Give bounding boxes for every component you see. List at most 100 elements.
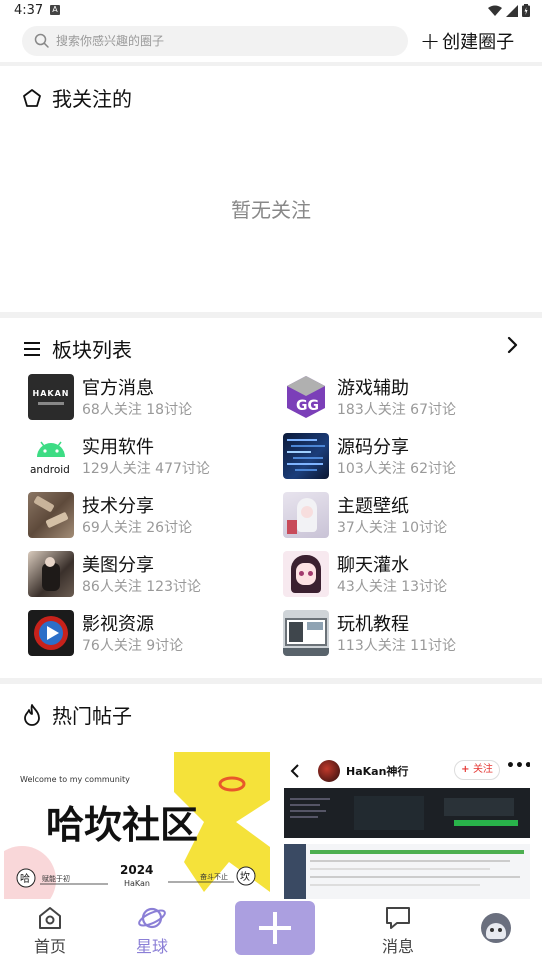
board-item-source-code[interactable]: 源码分享 103人关注 62讨论	[283, 433, 533, 481]
following-title: 我关注的	[52, 87, 132, 111]
top-bar: + 创建圈子	[0, 22, 542, 62]
hot-post-card-2[interactable]: HaKan神行 + 关注 •••	[284, 756, 530, 899]
post-author-bar: HaKan神行 + 关注 •••	[284, 756, 530, 786]
board-item-wallpaper[interactable]: 主题壁纸 37人关注 10讨论	[283, 492, 533, 540]
back-arrow-icon	[290, 764, 299, 778]
board-item-game-assist[interactable]: GG 游戏辅助 183人关注 67讨论	[283, 374, 533, 422]
android-icon: android	[30, 441, 70, 476]
board-item-tech[interactable]: 技术分享 69人关注 26讨论	[28, 492, 278, 540]
board-name: 聊天灌水	[337, 555, 409, 576]
board-thumb: GG	[283, 374, 329, 420]
bottom-tab-bar: 首页 星球 消息	[0, 899, 542, 963]
pentagon-icon	[23, 88, 41, 107]
board-stats: 37人关注 10讨论	[337, 520, 448, 536]
tab-planet-label: 星球	[135, 937, 168, 956]
following-header: 我关注的	[22, 83, 132, 112]
board-thumb	[28, 551, 74, 597]
board-name: 官方消息	[82, 378, 154, 399]
tab-home[interactable]: 首页	[10, 903, 90, 957]
empty-following-text: 暂无关注	[231, 198, 311, 222]
board-thumb	[283, 433, 329, 479]
hot-posts-section: 热门帖子 Welcome to my community 哈坎社区 2024 H…	[0, 684, 542, 899]
post-left-char: 哈	[20, 872, 30, 885]
search-input[interactable]	[56, 26, 396, 56]
author-avatar	[318, 760, 340, 782]
board-item-video[interactable]: 影视资源 76人关注 9讨论	[28, 610, 278, 658]
notification-badge: A	[50, 5, 60, 15]
create-post-button[interactable]	[235, 901, 315, 955]
create-circle-label: 创建圈子	[442, 32, 515, 53]
planet-icon	[138, 907, 166, 929]
post-year: 2024	[120, 863, 153, 877]
board-list-title: 板块列表	[52, 338, 132, 362]
chevron-right-icon[interactable]	[506, 336, 518, 354]
hot-post-card-1[interactable]: Welcome to my community 哈坎社区 2024 HaKan …	[4, 752, 270, 899]
thumb-label: android	[30, 464, 70, 476]
board-name: 主题壁纸	[337, 496, 409, 517]
board-item-tutorial[interactable]: 玩机教程 113人关注 11讨论	[283, 610, 533, 658]
board-stats: 113人关注 11讨论	[337, 638, 456, 654]
post-brand: HaKan	[124, 879, 150, 888]
play-icon	[34, 616, 68, 650]
board-stats: 76人关注 9讨论	[82, 638, 184, 654]
board-name: 影视资源	[82, 614, 154, 635]
board-item-photos[interactable]: 美图分享 86人关注 123讨论	[28, 551, 278, 599]
tab-messages-label: 消息	[381, 937, 414, 956]
battery-icon	[522, 4, 530, 17]
home-icon	[39, 907, 61, 929]
message-icon	[386, 907, 410, 929]
board-thumb	[28, 610, 74, 656]
board-thumb	[283, 492, 329, 538]
plus-icon: +	[420, 27, 441, 55]
tab-home-label: 首页	[33, 937, 66, 956]
post-cover-image: Welcome to my community 哈坎社区 2024 HaKan …	[4, 752, 270, 899]
following-section: 我关注的 暂无关注	[0, 66, 542, 312]
post-right-motto: 奋斗不止	[200, 872, 228, 881]
board-name: 实用软件	[82, 437, 154, 458]
post-author-name: HaKan神行	[346, 765, 409, 778]
game-guardian-icon: GG	[287, 376, 325, 418]
board-name: 源码分享	[337, 437, 409, 458]
signal-icon	[506, 4, 518, 17]
board-name: 技术分享	[82, 496, 154, 517]
post-welcome-text: Welcome to my community	[20, 775, 130, 784]
post-left-motto: 赋能于初	[42, 874, 70, 883]
board-name: 游戏辅助	[337, 378, 409, 399]
board-item-official[interactable]: HAKAN 官方消息 68人关注 18讨论	[28, 374, 278, 422]
board-stats: 43人关注 13讨论	[337, 579, 448, 595]
board-stats: 103人关注 62讨论	[337, 461, 456, 477]
tab-messages[interactable]: 消息	[358, 903, 438, 957]
search-box[interactable]	[22, 26, 408, 56]
follow-button[interactable]: + 关注	[454, 760, 500, 780]
board-name: 玩机教程	[337, 614, 409, 635]
board-stats: 129人关注 477讨论	[82, 461, 210, 477]
post-screenshot-1	[284, 788, 530, 838]
board-stats: 86人关注 123讨论	[82, 579, 201, 595]
board-thumb: android	[28, 433, 74, 479]
follow-label: 关注	[472, 764, 493, 775]
board-list-header: 板块列表	[22, 334, 132, 363]
profile-avatar[interactable]	[481, 913, 511, 943]
list-icon	[24, 341, 40, 356]
status-icons	[488, 4, 530, 17]
board-thumb: HAKAN	[28, 374, 74, 420]
hakan-logo-text: HAKAN	[32, 389, 70, 398]
board-thumb	[283, 551, 329, 597]
post-right-char: 坎	[240, 870, 250, 883]
status-bar: 4:37 A	[0, 0, 542, 22]
create-circle-button[interactable]: + 创建圈子	[420, 27, 514, 55]
post-headline: 哈坎社区	[46, 803, 198, 847]
hot-posts-title: 热门帖子	[52, 704, 132, 728]
board-stats: 183人关注 67讨论	[337, 402, 456, 418]
more-icon[interactable]: •••	[506, 758, 530, 774]
wifi-icon	[488, 5, 502, 16]
status-time: 4:37	[14, 3, 44, 18]
tab-planet[interactable]: 星球	[112, 903, 192, 957]
flame-icon	[24, 703, 40, 726]
board-item-chat[interactable]: 聊天灌水 43人关注 13讨论	[283, 551, 533, 599]
board-item-software[interactable]: android 实用软件 129人关注 477讨论	[28, 433, 278, 481]
board-stats: 68人关注 18讨论	[82, 402, 193, 418]
board-thumb	[28, 492, 74, 538]
board-thumb	[283, 610, 329, 656]
board-list-section: 板块列表 HAKAN 官方消息 68人关注 18讨论 GG 游戏辅助 183人关…	[0, 318, 542, 678]
